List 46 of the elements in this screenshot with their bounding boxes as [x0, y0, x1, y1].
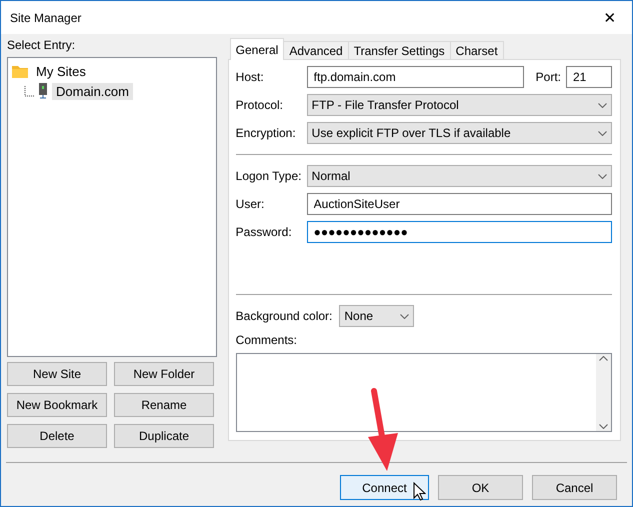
- caret-icon: [598, 102, 607, 108]
- close-button[interactable]: ✕: [588, 2, 632, 34]
- site-button[interactable]: Rename: [114, 393, 214, 417]
- site-button[interactable]: New Site: [7, 362, 107, 386]
- dropdown[interactable]: Use explicit FTP over TLS if available: [306, 122, 612, 144]
- site-button[interactable]: Delete: [7, 424, 107, 448]
- field-label: Protocol:: [236, 98, 284, 112]
- field-label: Host:: [236, 70, 265, 84]
- dialog-button[interactable]: Connect: [340, 475, 429, 500]
- caret-icon: [400, 314, 410, 318]
- tree-line-icon: [24, 86, 34, 96]
- field-label: Password:: [236, 225, 293, 239]
- field-label: Comments:: [236, 333, 298, 347]
- site-button[interactable]: New Folder: [114, 362, 214, 386]
- site-button[interactable]: New Bookmark: [7, 393, 107, 417]
- cursor-icon: [413, 482, 426, 501]
- field-label: Encryption:: [236, 126, 297, 140]
- caret-icon: [598, 130, 607, 136]
- text-field[interactable]: ●●●●●●●●●●●●●: [306, 221, 612, 243]
- select-entry-label: Select Entry:: [7, 38, 76, 52]
- window-title: Site Manager: [10, 10, 82, 24]
- scroll-down-icon: [599, 424, 608, 429]
- tab[interactable]: General: [230, 38, 284, 60]
- port-field[interactable]: 21: [566, 66, 612, 88]
- scrollbar[interactable]: [596, 354, 611, 431]
- dropdown[interactable]: None: [339, 305, 414, 327]
- tree-item[interactable]: Domain.com: [52, 82, 133, 100]
- folder-icon: [12, 64, 28, 78]
- dialog-button[interactable]: Cancel: [532, 475, 617, 500]
- site-button[interactable]: Duplicate: [114, 424, 214, 448]
- tab[interactable]: Transfer Settings: [348, 41, 451, 60]
- server-icon: [38, 83, 48, 99]
- field-label: User:: [236, 197, 266, 211]
- comments-field[interactable]: [236, 353, 612, 432]
- tab[interactable]: Charset: [450, 41, 504, 60]
- tree-item[interactable]: My Sites: [32, 62, 90, 80]
- host-field[interactable]: ftp.domain.com: [306, 66, 524, 88]
- dropdown[interactable]: FTP - File Transfer Protocol: [306, 94, 612, 116]
- scroll-up-icon: [599, 356, 608, 361]
- dialog-button[interactable]: OK: [438, 475, 523, 500]
- field-label: Port:: [536, 70, 561, 84]
- dropdown[interactable]: Normal: [306, 165, 612, 187]
- text-field[interactable]: AuctionSiteUser: [306, 193, 612, 215]
- field-label: Background color:: [236, 309, 332, 323]
- caret-icon: [598, 174, 607, 178]
- field-label: Logon Type:: [236, 169, 302, 183]
